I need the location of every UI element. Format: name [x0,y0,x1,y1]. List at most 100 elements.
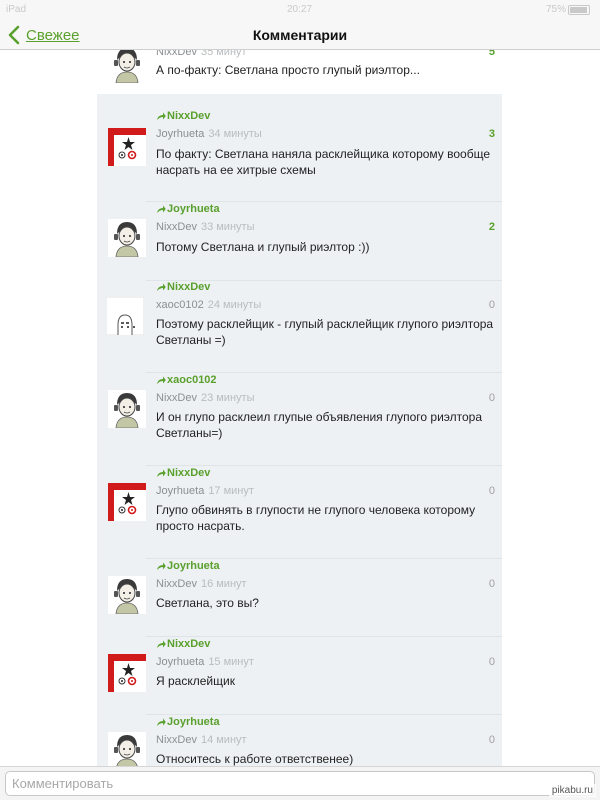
reply-to-name: Joyrhueta [167,560,220,572]
comment-meta: NixxDev 33 минуты [156,221,254,233]
comment-item: NixxDev 35 минут 5 А по-факту: Светлана п… [0,50,600,94]
comment-composer: pikabu.ru [0,766,600,800]
comments-list[interactable]: NixxDev 35 минут 5 А по-факту: Светлана п… [0,50,600,766]
xaoc0102-avatar-icon[interactable] [106,297,144,335]
author-name[interactable]: NixxDev [156,50,197,58]
reply-to-link[interactable]: NixxDev [156,110,210,122]
comment-text: Глупо обвинять в глупости не глупого чел… [156,503,476,533]
reply-to-link[interactable]: NixxDev [156,638,210,650]
reply-to-link[interactable]: NixxDev [156,281,210,293]
comment-rating[interactable]: 5 [470,50,495,58]
divider [146,714,502,715]
page-title: Комментарии [252,27,348,43]
status-bar: iPad 20:27 75% [0,0,600,20]
comment-time: 35 минут [200,50,247,58]
comment-item: Joyrhueta NixxDev 14 минут 0 Относитесь к… [0,716,600,766]
reply-arrow-icon [157,376,166,384]
author-name[interactable]: NixxDev [156,221,197,233]
divider [146,372,502,373]
comment-time: 23 минуты [200,392,255,404]
reply-to-link[interactable]: Joyrhueta [156,560,220,572]
nixxdev-avatar-icon[interactable] [108,50,146,83]
comment-item: NixxDev xaoc0102 24 минуты 0 Поэтому раск… [0,281,600,373]
comment-time: 24 минуты [207,299,262,311]
reply-to-link[interactable]: Joyrhueta [156,716,220,728]
comment-meta: Joyrhueta 34 минуты [156,128,262,140]
comment-rating[interactable]: 0 [470,392,495,404]
reply-arrow-icon [157,562,166,570]
comment-time: 16 минут [200,578,247,590]
author-name[interactable]: NixxDev [156,734,197,746]
comment-item: Joyrhueta NixxDev 16 минут 0 Светлана, эт… [0,560,600,637]
comment-text: Поэтому расклейщик - глупый расклейщик г… [156,317,494,347]
divider [146,558,502,559]
comment-time: 15 минут [208,656,254,668]
comment-rating[interactable]: 0 [470,656,495,668]
comment-text: Относитесь к работе ответственее) [156,752,354,766]
comment-item: NixxDev Joyrhueta 15 минут 0 Я расклейщик [0,638,600,715]
reply-arrow-icon [157,718,166,726]
comment-time: 14 минут [200,734,247,746]
battery-percent: 75% [546,4,567,15]
comment-text: Я расклейщик [156,674,235,688]
comment-time: 33 минуты [200,221,255,233]
comment-input[interactable] [5,771,595,796]
author-name[interactable]: Joyrhueta [156,128,204,140]
joyrhueta-avatar-icon[interactable] [108,128,146,166]
divider [146,636,502,637]
reply-arrow-icon [157,469,166,477]
author-name[interactable]: NixxDev [156,392,197,404]
joyrhueta-avatar-icon[interactable] [108,654,146,692]
author-name[interactable]: Joyrhueta [156,656,204,668]
reply-to-name: NixxDev [167,110,211,122]
comment-rating[interactable]: 2 [470,221,495,233]
reply-to-link[interactable]: NixxDev [156,467,210,479]
reply-to-name: NixxDev [167,281,211,293]
reply-to-name: Joyrhueta [167,203,220,215]
joyrhueta-avatar-icon[interactable] [108,483,146,521]
battery-icon [568,5,590,15]
comment-rating[interactable]: 0 [470,578,495,590]
comment-item: xaoc0102 NixxDev 23 минуты 0 И он глупо р… [0,374,600,466]
divider [146,465,502,466]
clock: 20:27 [287,4,313,15]
comment-rating[interactable]: 0 [470,734,495,746]
author-name[interactable]: Joyrhueta [156,485,204,497]
reply-to-link[interactable]: Joyrhueta [156,203,220,215]
author-name[interactable]: xaoc0102 [156,299,204,311]
comment-text: Потому Светлана и глупый риэлтор :)) [156,240,370,254]
reply-arrow-icon [157,112,166,120]
nixxdev-avatar-icon[interactable] [108,219,146,257]
comment-rating[interactable]: 0 [470,299,495,311]
comment-meta: Joyrhueta 15 минут [156,656,254,668]
comment-rating[interactable]: 0 [470,485,495,497]
reply-to-name: NixxDev [167,638,211,650]
carrier-label: iPad [6,4,27,15]
comment-meta: Joyrhueta 17 минут [156,485,254,497]
comment-text: И он глупо расклеил глупые объявления гл… [156,410,483,440]
divider [146,201,502,202]
comment-rating[interactable]: 3 [470,128,495,140]
comment-meta: xaoc0102 24 минуты [156,299,261,311]
reply-arrow-icon [157,205,166,213]
nixxdev-avatar-icon[interactable] [108,576,146,614]
comment-text: Светлана, это вы? [156,596,259,610]
comment-item: NixxDev Joyrhueta 34 минуты 3 По факту: С… [0,110,600,202]
comment-text: По факту: Светлана наняла расклейщика ко… [156,147,491,177]
comment-time: 17 минут [208,485,254,497]
comment-meta: NixxDev 14 минут [156,734,247,746]
nixxdev-avatar-icon[interactable] [108,732,146,766]
author-name[interactable]: NixxDev [156,578,197,590]
comment-item: NixxDev Joyrhueta 17 минут 0 Глупо обвиня… [0,467,600,559]
reply-arrow-icon [157,640,166,648]
nixxdev-avatar-icon[interactable] [108,390,146,428]
reply-arrow-icon [157,283,166,291]
comment-meta: NixxDev 16 минут [156,578,247,590]
reply-to-link[interactable]: xaoc0102 [156,374,217,386]
comment-meta: NixxDev 23 минуты [156,392,254,404]
reply-to-name: xaoc0102 [167,374,217,386]
reply-to-name: NixxDev [167,467,211,479]
comment-text: А по-факту: Светлана просто глупый риэлт… [156,63,420,77]
reply-to-name: Joyrhueta [167,716,220,728]
watermark: pikabu.ru [548,784,596,797]
